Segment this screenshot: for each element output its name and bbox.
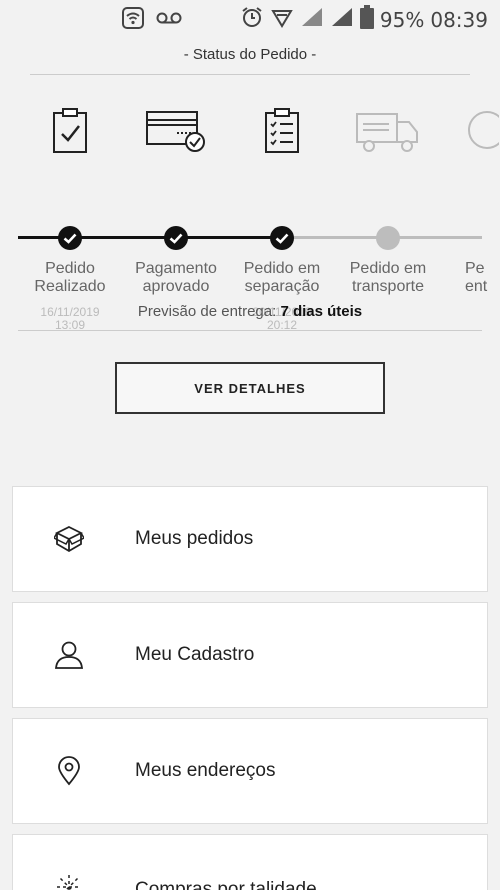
check-icon — [275, 233, 289, 244]
location-pin-icon — [53, 755, 85, 787]
signal-icon — [300, 6, 324, 33]
credit-card-check-icon — [141, 108, 211, 156]
user-icon — [53, 639, 85, 671]
progress-line — [70, 236, 176, 239]
menu-item-my-addresses[interactable]: Meus endereços — [12, 718, 488, 824]
step-label: Pedido em transporte — [349, 260, 427, 295]
progress-line — [282, 236, 388, 239]
voicemail-icon — [156, 11, 182, 30]
data-saver-icon — [270, 5, 294, 34]
signal-icon-2 — [330, 6, 354, 33]
checklist-icon — [247, 108, 317, 156]
progress-line — [176, 236, 282, 239]
check-icon — [169, 233, 183, 244]
menu-item-my-profile[interactable]: Meu Cadastro — [12, 602, 488, 708]
step-label: Pagamento aprovado — [135, 260, 217, 295]
order-stepper: Pedido Realizado Pagamento aprovado Pedido… — [0, 98, 500, 332]
step-label: Pedido Realizado — [34, 260, 106, 295]
divider — [18, 330, 482, 331]
wifi-icon — [122, 7, 144, 34]
menu-item-label: Meus endereços — [135, 760, 276, 781]
menu-item-label: Compras por talidade — [135, 879, 317, 890]
step-label: Pedido em separação — [243, 260, 321, 295]
clipboard-check-icon — [35, 108, 105, 156]
view-details-button[interactable]: VER DETALHES — [115, 362, 385, 414]
menu-item-label: Meus pedidos — [135, 528, 254, 549]
delivery-estimate: Previsão de entrega: 7 dias úteis — [137, 303, 363, 320]
step-node-done — [58, 226, 82, 250]
step-node-done — [164, 226, 188, 250]
truck-icon — [353, 108, 423, 156]
battery-icon — [359, 5, 374, 34]
menu-item-label: Meu Cadastro — [135, 644, 255, 665]
clock: 08:39 — [430, 7, 488, 32]
progress-line — [388, 236, 482, 239]
delivered-icon — [459, 108, 500, 156]
step-node-pending — [376, 226, 400, 250]
box-icon — [53, 523, 85, 555]
step-node-done — [270, 226, 294, 250]
menu-item-my-orders[interactable]: Meus pedidos — [12, 486, 488, 592]
delivery-estimate-value: 7 dias úteis — [280, 303, 363, 320]
menu-item-purchases[interactable]: Compras por talidade — [12, 834, 488, 890]
alarm-icon — [240, 5, 264, 34]
battery-percent: 95% — [379, 7, 425, 32]
order-status-title: - Status do Pedido - — [183, 46, 317, 63]
check-icon — [63, 233, 77, 244]
sparkle-icon — [53, 871, 85, 890]
order-status-section: - Status do Pedido - Pedido Realizado Pa… — [0, 38, 500, 443]
system-status-bar: 95% 08:39 — [0, 0, 500, 38]
step-label: Pe ent — [465, 260, 488, 295]
divider — [30, 74, 470, 75]
